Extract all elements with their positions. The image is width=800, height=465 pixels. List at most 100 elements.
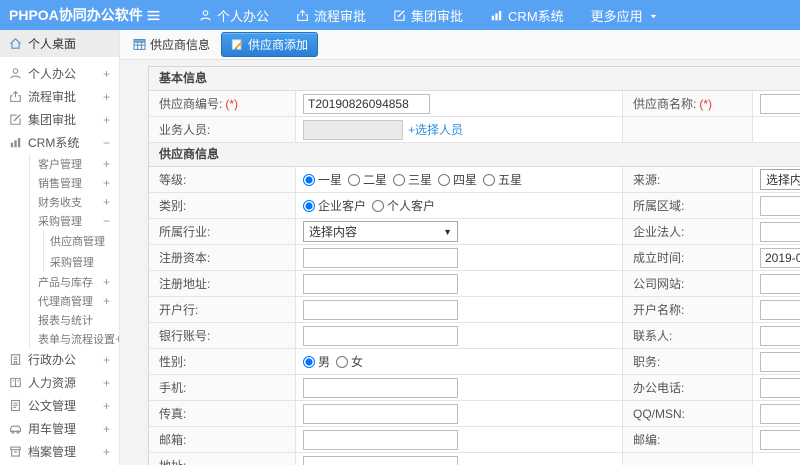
expand-toggle-icon[interactable]: + <box>103 423 110 435</box>
nav-crm-system[interactable]: CRM系统 <box>490 6 564 25</box>
radio-option[interactable]: 企业客户 <box>303 197 366 214</box>
expand-toggle-icon[interactable]: + <box>103 91 110 103</box>
form-row: 注册资本: 成立时间: <box>149 245 800 271</box>
radio-option[interactable]: 三星 <box>393 171 432 188</box>
region-input[interactable] <box>760 195 800 216</box>
expand-toggle-icon[interactable]: + <box>103 276 110 288</box>
zip-input[interactable] <box>760 429 800 450</box>
sidebar-item-label: 产品与库存 <box>38 276 93 289</box>
caret-down-icon: ▼ <box>443 226 452 237</box>
required-marker: (*) <box>225 96 239 111</box>
sidebar-item-19[interactable]: 档案管理 + <box>0 440 119 463</box>
fax-input[interactable] <box>303 403 458 424</box>
grade-radio-group-input[interactable] <box>348 173 361 186</box>
sidebar-item-12[interactable]: 代理商管理 + <box>0 291 119 310</box>
gender-radio-group-input[interactable] <box>336 355 349 368</box>
expand-toggle-icon[interactable]: + <box>103 114 110 126</box>
industry-select[interactable]: 选择内容 ▼ <box>303 221 458 242</box>
radio-option[interactable]: 五星 <box>483 171 522 188</box>
supplier-name-input[interactable] <box>760 93 800 114</box>
email-input[interactable] <box>303 429 458 450</box>
nav-item-label: 更多应用 <box>590 8 643 24</box>
sidebar-item-2[interactable]: 流程审批 + <box>0 85 119 108</box>
form-row: 等级: 一星 二星 三星 四星 五星 来源: 选择内容▼ <box>149 167 800 193</box>
expand-toggle-icon[interactable]: + <box>103 177 110 189</box>
supplier-code-input[interactable] <box>303 93 430 114</box>
bank-branch-input[interactable] <box>303 299 458 320</box>
nav-more-apps[interactable]: 更多应用 <box>591 6 658 25</box>
grade-radio-group-input[interactable] <box>438 173 451 186</box>
building-icon <box>9 353 22 366</box>
position-input[interactable] <box>760 351 800 372</box>
expand-toggle-icon[interactable]: + <box>103 295 110 307</box>
sidebar-item-13[interactable]: 报表与统计 <box>0 310 119 329</box>
tab-supplier-add[interactable]: 供应商添加 <box>221 32 319 57</box>
account-name-input[interactable] <box>760 299 800 320</box>
mobile-input[interactable] <box>303 377 458 398</box>
contact-input[interactable] <box>760 325 800 346</box>
app-logo[interactable]: PHPOA协同办公软件 <box>0 5 143 25</box>
radio-option[interactable]: 二星 <box>348 171 387 188</box>
website-input[interactable] <box>760 273 800 294</box>
expand-toggle-icon[interactable]: − <box>103 215 110 227</box>
nav-personal-office[interactable]: 个人办公 <box>199 6 269 25</box>
radio-option[interactable]: 四星 <box>438 171 477 188</box>
radio-option[interactable]: 男 <box>303 353 330 370</box>
field-label: 职务: <box>633 355 661 369</box>
expand-toggle-icon[interactable]: + <box>103 196 110 208</box>
sidebar-item-label: 采购管理 <box>50 256 94 269</box>
field-label: 所属行业: <box>159 225 211 239</box>
radio-option[interactable]: 一星 <box>303 171 342 188</box>
registered-address-input[interactable] <box>303 273 458 294</box>
radio-option[interactable]: 女 <box>336 353 363 370</box>
nav-item-label: 集团审批 <box>411 8 464 24</box>
business-person-input[interactable] <box>303 119 403 140</box>
category-radio-group-input[interactable] <box>372 199 385 212</box>
sidebar-item-15[interactable]: 行政办公 + <box>0 348 119 371</box>
office-phone-input[interactable] <box>760 377 800 398</box>
bank-account-input[interactable] <box>303 325 458 346</box>
sidebar-item-14[interactable]: 表单与流程设置+ <box>0 329 119 348</box>
nav-group-approval[interactable]: 集团审批 <box>393 6 463 25</box>
sidebar: 个人桌面个人办公 + 流程审批 + 集团审批 + CRM系统 − 客户管理 + 销售管理 + 财务收支 +… <box>0 30 120 465</box>
expand-toggle-icon[interactable]: + <box>103 354 110 366</box>
sidebar-item-4[interactable]: CRM系统 − <box>0 131 119 154</box>
sidebar-item-10[interactable]: 采购管理 <box>0 251 119 272</box>
sidebar-item-11[interactable]: 产品与库存 + <box>0 272 119 291</box>
select-person-link[interactable]: +选择人员 <box>408 121 463 138</box>
radio-option[interactable]: 个人客户 <box>372 197 435 214</box>
address-input[interactable] <box>303 455 458 465</box>
field-label-cell: 注册资本: <box>149 245 296 270</box>
sidebar-item-1[interactable]: 个人办公 + <box>0 62 119 85</box>
sidebar-item-5[interactable]: 客户管理 + <box>0 154 119 173</box>
sidebar-item-6[interactable]: 销售管理 + <box>0 173 119 192</box>
gender-radio-group-input[interactable] <box>303 355 315 368</box>
registered-capital-input[interactable] <box>303 247 458 268</box>
sidebar-item-18[interactable]: 用车管理 + <box>0 417 119 440</box>
sidebar-item-16[interactable]: 人力资源 + <box>0 371 119 394</box>
expand-toggle-icon[interactable]: + <box>103 158 110 170</box>
qq-msn-input[interactable] <box>760 403 800 424</box>
sidebar-item-8[interactable]: 采购管理 − <box>0 211 119 230</box>
expand-toggle-icon[interactable]: − <box>103 137 110 149</box>
grade-radio-group-input[interactable] <box>393 173 406 186</box>
sidebar-item-9[interactable]: 供应商管理 <box>0 230 119 251</box>
expand-toggle-icon[interactable]: + <box>103 377 110 389</box>
grade-radio-group-input[interactable] <box>303 173 315 186</box>
category-radio-group-input[interactable] <box>303 199 315 212</box>
sidebar-item-3[interactable]: 集团审批 + <box>0 108 119 131</box>
field-cell: 企业客户 个人客户 <box>296 193 623 218</box>
tab-supplier-info[interactable]: 供应商信息 <box>133 36 210 53</box>
expand-toggle-icon[interactable]: + <box>103 68 110 80</box>
source-select[interactable]: 选择内容▼ <box>760 169 800 190</box>
grade-radio-group-input[interactable] <box>483 173 496 186</box>
expand-toggle-icon[interactable]: + <box>103 400 110 412</box>
legal-person-input[interactable] <box>760 221 800 242</box>
nav-workflow-approval[interactable]: 流程审批 <box>296 6 366 25</box>
sidebar-item-7[interactable]: 财务收支 + <box>0 192 119 211</box>
sidebar-item-0[interactable]: 个人桌面 <box>0 30 119 57</box>
expand-toggle-icon[interactable]: + <box>103 446 110 458</box>
menu-icon[interactable] <box>146 9 161 22</box>
sidebar-item-17[interactable]: 公文管理 + <box>0 394 119 417</box>
founded-date-input[interactable] <box>760 247 800 268</box>
